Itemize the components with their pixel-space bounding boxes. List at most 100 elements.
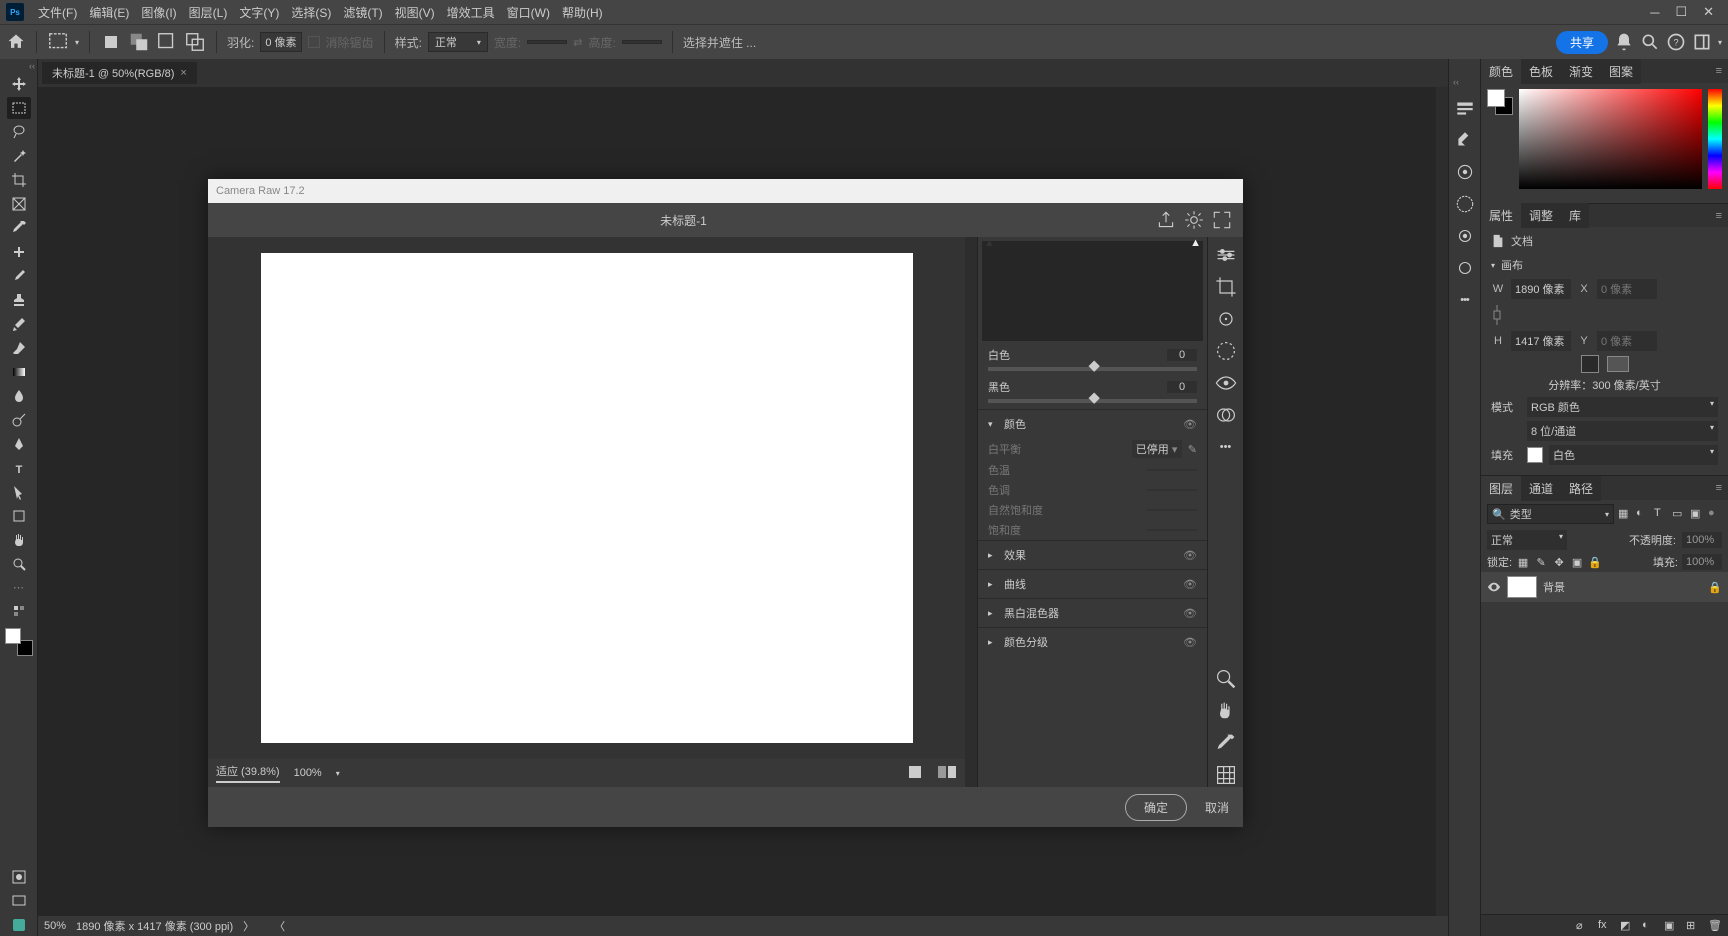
cp-icon-7[interactable]: •••: [1454, 289, 1476, 311]
hand-tool[interactable]: [7, 529, 31, 551]
tab-properties[interactable]: 属性: [1481, 203, 1521, 228]
cr-eyedropper-icon[interactable]: ✎: [1188, 443, 1197, 456]
add-selection-icon[interactable]: [128, 31, 150, 53]
style-select[interactable]: 正常▾: [428, 32, 488, 52]
cr-zoom-fit[interactable]: 适应 (39.8%): [216, 763, 280, 783]
color-swatch[interactable]: [1487, 89, 1513, 197]
cr-gear-icon[interactable]: [1183, 209, 1205, 231]
cr-mixer-header[interactable]: ▸黑白混色器👁: [978, 599, 1207, 627]
bit-select[interactable]: 8 位/通道▾: [1527, 421, 1718, 441]
lock-pos-icon[interactable]: ✥: [1552, 555, 1566, 569]
trash-icon[interactable]: 🗑: [1708, 919, 1722, 933]
cr-compare-icon[interactable]: [937, 764, 957, 783]
tool-preset-chevron-icon[interactable]: ▾: [75, 38, 79, 47]
stamp-tool[interactable]: [7, 289, 31, 311]
cr-highlight-clip-icon[interactable]: ▲: [1190, 237, 1201, 249]
layer-item[interactable]: 背景 🔒: [1481, 572, 1728, 602]
tab-gradients[interactable]: 渐变: [1561, 59, 1601, 84]
wand-tool[interactable]: [7, 145, 31, 167]
group-icon[interactable]: ▣: [1664, 919, 1678, 933]
expand-icon[interactable]: ‹‹: [1449, 77, 1459, 87]
filter-type-icon[interactable]: T: [1654, 507, 1668, 521]
mask-icon[interactable]: ◩: [1620, 919, 1634, 933]
panel-menu-icon[interactable]: ≡: [1710, 210, 1728, 222]
cr-sampler-icon[interactable]: [1214, 731, 1238, 755]
share-button[interactable]: 共享: [1556, 31, 1608, 54]
cp-icon-6[interactable]: [1454, 257, 1476, 279]
menu-view[interactable]: 视图(V): [389, 4, 441, 21]
y-input[interactable]: 0 像素: [1597, 331, 1657, 351]
eraser-tool[interactable]: [7, 337, 31, 359]
subtract-selection-icon[interactable]: [156, 31, 178, 53]
workspace-chevron-icon[interactable]: ▾: [1718, 38, 1722, 47]
shape-tool[interactable]: [7, 505, 31, 527]
tab-close-icon[interactable]: ×: [180, 67, 186, 79]
edit-toolbar-icon[interactable]: [7, 600, 31, 622]
new-layer-icon[interactable]: ⊞: [1686, 919, 1700, 933]
history-brush-tool[interactable]: [7, 313, 31, 335]
width-input[interactable]: 1890 像素: [1511, 279, 1571, 299]
orient-portrait-icon[interactable]: [1581, 355, 1599, 373]
gradient-tool[interactable]: [7, 361, 31, 383]
cr-shadow-clip-icon[interactable]: ▲: [984, 237, 995, 249]
menu-select[interactable]: 选择(S): [285, 4, 337, 21]
lock-all-icon[interactable]: ▦: [1516, 555, 1530, 569]
pen-tool[interactable]: [7, 433, 31, 455]
fill-select[interactable]: 白色▾: [1549, 445, 1718, 465]
status-chevron-icon[interactable]: 〉: [243, 918, 254, 934]
ai-icon[interactable]: [7, 914, 31, 936]
workspace-icon[interactable]: [1692, 32, 1712, 52]
cp-icon-2[interactable]: [1454, 129, 1476, 151]
dodge-tool[interactable]: [7, 409, 31, 431]
fill-input[interactable]: 100%: [1682, 554, 1722, 570]
cr-wb-select[interactable]: 已停用 ▾: [1132, 440, 1182, 458]
menu-image[interactable]: 图像(I): [135, 4, 182, 21]
cr-export-icon[interactable]: [1155, 209, 1177, 231]
cr-cancel-button[interactable]: 取消: [1205, 799, 1229, 816]
cr-mask-icon[interactable]: [1214, 339, 1238, 363]
menu-window[interactable]: 窗口(W): [501, 4, 556, 21]
move-tool[interactable]: [7, 73, 31, 95]
marquee-tool-icon[interactable]: [47, 31, 69, 53]
cr-heal-icon[interactable]: [1214, 307, 1238, 331]
cr-curves-header[interactable]: ▸曲线👁: [978, 570, 1207, 598]
filter-shape-icon[interactable]: ▭: [1672, 507, 1686, 521]
adjustment-icon[interactable]: ◐: [1642, 919, 1656, 933]
cr-grading-header[interactable]: ▸颜色分级👁: [978, 628, 1207, 656]
close-button[interactable]: ✕: [1695, 4, 1722, 20]
height-input[interactable]: 1417 像素: [1511, 331, 1571, 351]
cr-fullscreen-icon[interactable]: [1211, 209, 1233, 231]
quickmask-icon[interactable]: [7, 866, 31, 888]
color-swap[interactable]: [5, 628, 33, 656]
fx-icon[interactable]: fx: [1598, 919, 1612, 933]
cp-icon-4[interactable]: [1454, 193, 1476, 215]
cr-preset-icon[interactable]: [1214, 403, 1238, 427]
cr-white-slider[interactable]: [988, 367, 1197, 371]
cr-hand-icon[interactable]: [1214, 699, 1238, 723]
cr-grid-icon[interactable]: [1214, 763, 1238, 787]
tab-color[interactable]: 颜色: [1481, 59, 1521, 84]
panel-menu-icon[interactable]: ≡: [1710, 65, 1728, 77]
link-icon[interactable]: [1491, 303, 1503, 327]
menu-filter[interactable]: 滤镜(T): [337, 4, 388, 21]
menu-plugins[interactable]: 增效工具: [441, 4, 501, 21]
tab-swatches[interactable]: 色板: [1521, 59, 1561, 84]
lasso-tool[interactable]: [7, 121, 31, 143]
hue-slider[interactable]: [1708, 89, 1722, 189]
filter-toggle[interactable]: ●: [1708, 507, 1722, 521]
cr-black-slider[interactable]: [988, 399, 1197, 403]
filter-smart-icon[interactable]: ▣: [1690, 507, 1704, 521]
eyedropper-tool[interactable]: [7, 217, 31, 239]
feather-input[interactable]: 0 像素: [260, 32, 301, 52]
cp-icon-1[interactable]: [1454, 97, 1476, 119]
cr-view[interactable]: [208, 237, 965, 759]
cr-black-value[interactable]: 0: [1167, 381, 1197, 393]
cr-ok-button[interactable]: 确定: [1125, 794, 1187, 821]
cr-color-header[interactable]: ▾颜色👁: [978, 410, 1207, 438]
lock-paint-icon[interactable]: ✎: [1534, 555, 1548, 569]
intersect-selection-icon[interactable]: [184, 31, 206, 53]
cr-eye-icon[interactable]: [1214, 371, 1238, 395]
marquee-tool[interactable]: [7, 97, 31, 119]
cr-zoom-100[interactable]: 100%: [294, 767, 322, 779]
brush-tool[interactable]: [7, 265, 31, 287]
